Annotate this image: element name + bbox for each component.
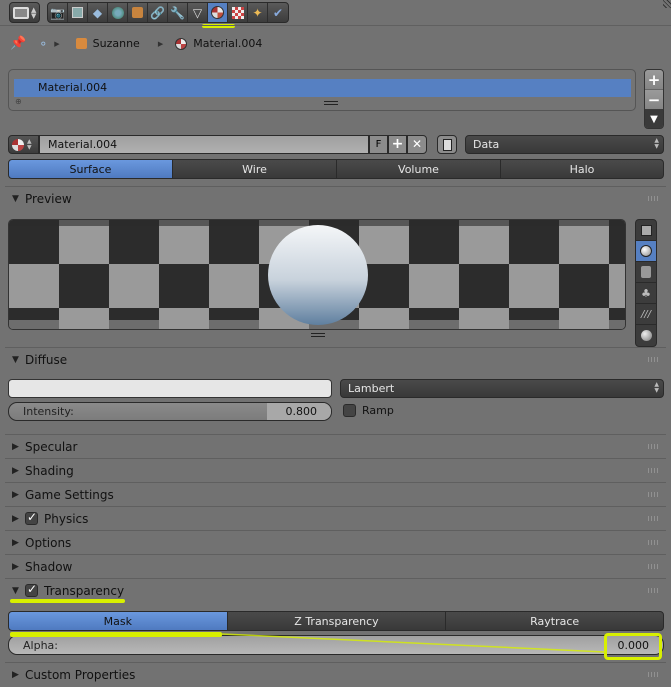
collapsed-triangle-icon: ▶	[12, 669, 19, 680]
panel-header-custom-properties[interactable]: ▶ Custom Properties	[5, 662, 666, 686]
drag-grip-icon[interactable]	[648, 672, 658, 677]
panel-title: Custom Properties	[25, 667, 136, 682]
highlight-box-alpha-value	[604, 633, 662, 660]
highlight-connector-line	[221, 633, 606, 653]
